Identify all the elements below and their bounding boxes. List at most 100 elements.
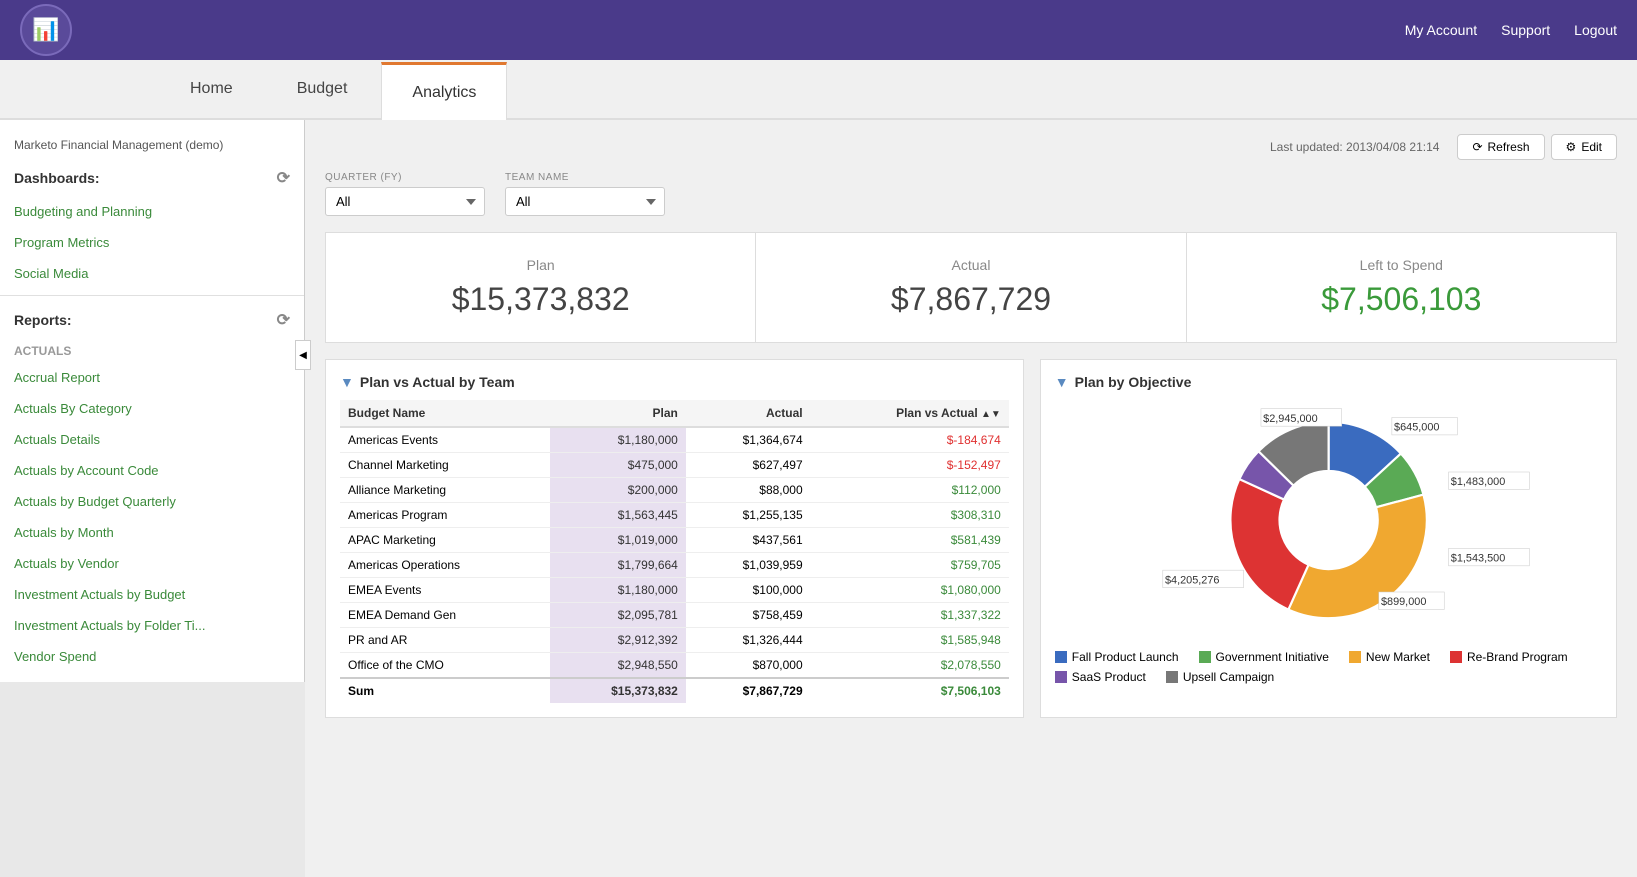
sidebar-item-investment-folder[interactable]: Investment Actuals by Folder Ti... (0, 610, 304, 641)
top-nav-right: My Account Support Logout (1405, 22, 1617, 38)
logo-icon: 📊 (32, 17, 59, 43)
sidebar-item-social-media[interactable]: Social Media (0, 258, 304, 289)
tab-analytics[interactable]: Analytics (381, 62, 507, 120)
table-title: ▼ Plan vs Actual by Team (340, 374, 1009, 390)
sidebar-item-actuals-vendor[interactable]: Actuals by Vendor (0, 548, 304, 579)
donut-label: $2,945,000 (1263, 413, 1318, 425)
my-account-link[interactable]: My Account (1405, 22, 1477, 38)
sidebar-item-actuals-account[interactable]: Actuals by Account Code (0, 455, 304, 486)
refresh-label: Refresh (1488, 140, 1530, 154)
donut-label: $645,000 (1394, 422, 1439, 434)
cell-pva: $1,585,948 (811, 628, 1009, 653)
cell-actual: $88,000 (686, 478, 811, 503)
cell-pva: $-184,674 (811, 427, 1009, 453)
sidebar-item-vendor-spend[interactable]: Vendor Spend (0, 641, 304, 672)
col-budget-name: Budget Name (340, 400, 550, 427)
refresh-icon: ⟳ (1472, 140, 1482, 154)
cell-pva: $759,705 (811, 553, 1009, 578)
sidebar-item-actuals-category[interactable]: Actuals By Category (0, 393, 304, 424)
legend-item: Re-Brand Program (1450, 650, 1568, 664)
sidebar-wrapper: Marketo Financial Management (demo) Dash… (0, 120, 305, 877)
cell-actual: $1,364,674 (686, 427, 811, 453)
cell-plan: $1,019,000 (550, 528, 686, 553)
main-container: Marketo Financial Management (demo) Dash… (0, 120, 1637, 877)
cell-pva: $2,078,550 (811, 653, 1009, 679)
sidebar-item-accrual[interactable]: Accrual Report (0, 362, 304, 393)
cell-name: EMEA Demand Gen (340, 603, 550, 628)
table-row: Americas Events $1,180,000 $1,364,674 $-… (340, 427, 1009, 453)
table-row: Americas Program $1,563,445 $1,255,135 $… (340, 503, 1009, 528)
tab-home[interactable]: Home (160, 60, 263, 118)
sidebar-divider-1 (0, 295, 304, 296)
donut-segment-re-brand-program (1230, 479, 1308, 609)
plan-vs-actual-panel: ▼ Plan vs Actual by Team Budget Name Pla… (325, 359, 1024, 718)
table-row: Americas Operations $1,799,664 $1,039,95… (340, 553, 1009, 578)
legend-swatch (1055, 651, 1067, 663)
table-row: EMEA Demand Gen $2,095,781 $758,459 $1,3… (340, 603, 1009, 628)
team-label: TEAM NAME (505, 172, 665, 183)
support-link[interactable]: Support (1501, 22, 1550, 38)
donut-label: $899,000 (1381, 596, 1426, 608)
dashboards-label: Dashboards: (14, 170, 100, 186)
team-filter: TEAM NAME All (505, 172, 665, 216)
donut-svg: $2,945,000$645,000$1,483,000$1,543,500$8… (1055, 400, 1602, 640)
cell-name: EMEA Events (340, 578, 550, 603)
edit-button[interactable]: ⚙ Edit (1551, 134, 1617, 160)
logout-link[interactable]: Logout (1574, 22, 1617, 38)
sidebar-item-actuals-budget-quarterly[interactable]: Actuals by Budget Quarterly (0, 486, 304, 517)
sum-plan: $15,373,832 (550, 678, 686, 703)
cell-name: APAC Marketing (340, 528, 550, 553)
table-row: Alliance Marketing $200,000 $88,000 $112… (340, 478, 1009, 503)
legend-label: Fall Product Launch (1072, 650, 1179, 664)
legend-swatch (1450, 651, 1462, 663)
table-title-text: Plan vs Actual by Team (360, 374, 515, 390)
cell-name: PR and AR (340, 628, 550, 653)
col-pva: Plan vs Actual ▲▼ (811, 400, 1009, 427)
cell-plan: $2,912,392 (550, 628, 686, 653)
kpi-actual: Actual $7,867,729 (755, 233, 1185, 342)
sidebar-collapse-button[interactable]: ◀ (295, 340, 311, 370)
charts-row: ▼ Plan vs Actual by Team Budget Name Pla… (325, 359, 1617, 718)
team-select[interactable]: All (505, 187, 665, 216)
cell-actual: $1,326,444 (686, 628, 811, 653)
top-bar: 📊 My Account Support Logout (0, 0, 1637, 60)
content-area: Last updated: 2013/04/08 21:14 ⟳ Refresh… (305, 120, 1637, 877)
cell-plan: $2,948,550 (550, 653, 686, 679)
cell-actual: $100,000 (686, 578, 811, 603)
cell-plan: $2,095,781 (550, 603, 686, 628)
donut-container: $2,945,000$645,000$1,483,000$1,543,500$8… (1055, 400, 1602, 640)
reports-refresh-icon[interactable]: ⟳ (277, 310, 290, 330)
quarter-select[interactable]: All (325, 187, 485, 216)
cell-actual: $1,039,959 (686, 553, 811, 578)
refresh-button[interactable]: ⟳ Refresh (1457, 134, 1544, 160)
legend-label: SaaS Product (1072, 670, 1146, 684)
sidebar-item-program-metrics[interactable]: Program Metrics (0, 227, 304, 258)
tab-budget[interactable]: Budget (267, 60, 378, 118)
sidebar-item-investment-budget[interactable]: Investment Actuals by Budget (0, 579, 304, 610)
sidebar-item-actuals-details[interactable]: Actuals Details (0, 424, 304, 455)
plan-vs-actual-table: Budget Name Plan Actual Plan vs Actual ▲… (340, 400, 1009, 703)
cell-pva: $1,337,322 (811, 603, 1009, 628)
table-filter-icon: ▼ (340, 374, 354, 390)
cell-plan: $200,000 (550, 478, 686, 503)
cell-name: Office of the CMO (340, 653, 550, 679)
sidebar-item-actuals-month[interactable]: Actuals by Month (0, 517, 304, 548)
filters-row: QUARTER (FY) All TEAM NAME All (325, 172, 1617, 216)
cell-plan: $1,563,445 (550, 503, 686, 528)
cell-name: Americas Operations (340, 553, 550, 578)
legend-item: Upsell Campaign (1166, 670, 1274, 684)
legend-item: Government Initiative (1199, 650, 1329, 664)
cell-plan: $1,180,000 (550, 427, 686, 453)
sidebar-item-budgeting[interactable]: Budgeting and Planning (0, 196, 304, 227)
legend-item: Fall Product Launch (1055, 650, 1179, 664)
table-row: Office of the CMO $2,948,550 $870,000 $2… (340, 653, 1009, 679)
kpi-row: Plan $15,373,832 Actual $7,867,729 Left … (325, 232, 1617, 343)
content-header: Last updated: 2013/04/08 21:14 ⟳ Refresh… (325, 134, 1617, 160)
reports-section-label: Actuals (0, 338, 304, 362)
kpi-actual-label: Actual (776, 257, 1165, 273)
legend-label: Re-Brand Program (1467, 650, 1568, 664)
dashboards-refresh-icon[interactable]: ⟳ (277, 168, 290, 188)
legend-swatch (1349, 651, 1361, 663)
cell-pva: $112,000 (811, 478, 1009, 503)
table-row: PR and AR $2,912,392 $1,326,444 $1,585,9… (340, 628, 1009, 653)
